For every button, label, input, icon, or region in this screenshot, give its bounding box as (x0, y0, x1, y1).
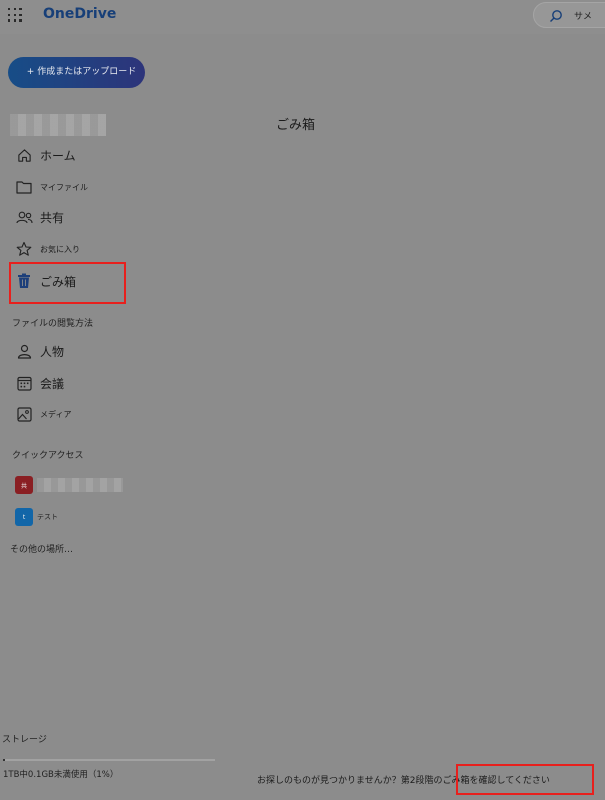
nav-item-label: 会議 (40, 376, 65, 391)
storage-progress-fill (3, 759, 6, 761)
person-icon (15, 342, 33, 360)
account-name (10, 114, 106, 136)
quick-access-item[interactable]: t テスト (15, 508, 58, 526)
nav-item-label: マイファイル (40, 182, 88, 192)
search-box[interactable]: サメ (533, 2, 605, 28)
nav-item-shared[interactable]: 共有 (15, 208, 64, 226)
browse-section-title: ファイルの閲覧方法 (12, 319, 94, 329)
quick-access-title: クイックアクセス (12, 451, 84, 461)
nav-item-label: メディア (40, 409, 72, 419)
image-icon (15, 405, 33, 423)
quick-access-item-name: テスト (37, 513, 58, 521)
nav-item-label: ホーム (40, 148, 76, 163)
app-title[interactable]: OneDrive (43, 6, 116, 22)
site-badge-icon: t (15, 508, 33, 526)
search-placeholder: サメ (574, 12, 593, 22)
nav-item-favorites[interactable]: お気に入り (15, 240, 80, 258)
more-places-link[interactable]: その他の場所… (10, 542, 73, 555)
nav-item-home[interactable]: ホーム (15, 146, 76, 164)
nav-item-label: 共有 (40, 210, 65, 225)
search-icon (549, 8, 563, 27)
folder-icon (15, 178, 33, 196)
nav-item-people[interactable]: 人物 (15, 342, 64, 360)
storage-usage-text: 1TB中0.1GB未満使用（1%） (3, 770, 119, 780)
top-bar: OneDrive サメ (0, 0, 605, 34)
site-badge-icon: 共 (15, 476, 33, 494)
app-launcher-icon[interactable] (8, 8, 22, 22)
calendar-icon (15, 374, 33, 392)
storage-progress-bar (3, 759, 215, 761)
nav-item-media[interactable]: メディア (15, 405, 71, 423)
nav-item-label: 人物 (40, 344, 65, 359)
second-stage-prompt: お探しのものが見つかりませんか？ (257, 776, 401, 786)
home-icon (15, 146, 33, 164)
people-icon (15, 208, 33, 226)
nav-item-label: ごみ箱 (40, 274, 77, 289)
page-title: ごみ箱 (276, 118, 316, 133)
nav-item-meetings[interactable]: 会議 (15, 374, 64, 392)
trash-icon (15, 272, 33, 290)
nav-item-my-files[interactable]: マイファイル (15, 178, 88, 196)
second-stage-message: お探しのものが見つかりませんか？第2段階のごみ箱を確認してください (257, 773, 550, 786)
storage-title[interactable]: ストレージ (2, 732, 47, 745)
nav-item-recycle-bin[interactable]: ごみ箱 (15, 272, 76, 290)
quick-access-item[interactable]: 共 (15, 476, 123, 494)
create-or-upload-button[interactable]: + 作成またはアップロード (8, 57, 145, 88)
second-stage-recycle-bin-link[interactable]: 第2段階のごみ箱を確認してください (401, 776, 550, 786)
quick-access-item-name (37, 478, 123, 492)
star-icon (15, 240, 33, 258)
nav-item-label: お気に入り (40, 244, 80, 254)
